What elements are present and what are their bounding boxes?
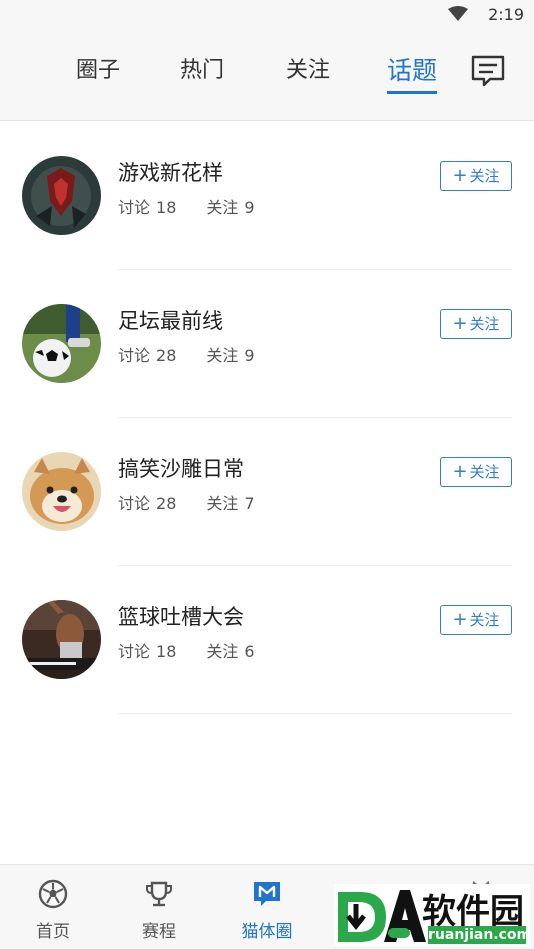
- tab-topics[interactable]: 话题: [387, 54, 438, 94]
- watermark-logo: 软件园 ruanjian.com: [334, 884, 532, 946]
- discuss-label: 讨论: [118, 198, 151, 217]
- follow-count: 6: [244, 642, 255, 661]
- follow-button[interactable]: + 关注: [440, 161, 512, 191]
- status-time: 2:19: [488, 5, 524, 24]
- follow-button-label: 关注: [469, 315, 500, 333]
- plus-icon: +: [452, 165, 468, 186]
- follow-count: 7: [244, 494, 255, 513]
- discuss-count: 28: [156, 346, 177, 365]
- message-icon[interactable]: [470, 54, 506, 88]
- follow-label: 关注: [206, 198, 239, 217]
- topic-name: 足坛最前线: [118, 309, 223, 333]
- follow-count: 9: [244, 346, 255, 365]
- discuss-label: 讨论: [118, 642, 151, 661]
- topic-avatar-game: [22, 156, 101, 235]
- topic-name: 搞笑沙雕日常: [118, 457, 244, 481]
- tab-label: 热门: [180, 58, 225, 83]
- topic-item[interactable]: 足坛最前线 讨论 28 关注 9 + 关注: [0, 270, 534, 418]
- follow-label: 关注: [206, 642, 239, 661]
- topic-stats: 讨论 28 关注 9: [118, 342, 261, 366]
- topic-stats: 讨论 28 关注 7: [118, 490, 261, 514]
- topic-avatar-football: [22, 304, 101, 383]
- tab-label: 圈子: [76, 58, 121, 83]
- nav-label: 首页: [36, 922, 70, 942]
- top-tab-bar: 圈子 热门 关注 话题: [0, 30, 534, 121]
- follow-button[interactable]: + 关注: [440, 605, 512, 635]
- discuss-label: 讨论: [118, 346, 151, 365]
- topic-avatar-shiba-dog: [22, 452, 101, 531]
- topic-stats: 讨论 18 关注 6: [118, 638, 261, 662]
- topic-item[interactable]: 游戏新花样 讨论 18 关注 9 + 关注: [0, 122, 534, 270]
- nav-cat-circle[interactable]: 猫体圈: [222, 865, 312, 949]
- soccer-ball-icon: [38, 879, 68, 909]
- follow-count: 9: [244, 198, 255, 217]
- plus-icon: +: [452, 313, 468, 334]
- divider: [118, 713, 512, 714]
- screen: 2:19 圈子 热门 关注 话题 游戏新花样 讨论 18 关注 9 + 关注 足…: [0, 0, 534, 949]
- m-chat-icon: [254, 882, 280, 906]
- discuss-count: 18: [156, 642, 177, 661]
- trophy-icon: [146, 881, 172, 907]
- tab-label: 话题: [387, 56, 438, 85]
- follow-label: 关注: [206, 494, 239, 513]
- topic-item[interactable]: 篮球吐槽大会 讨论 18 关注 6 + 关注: [0, 566, 534, 714]
- follow-button[interactable]: + 关注: [440, 457, 512, 487]
- nav-label: 赛程: [142, 922, 176, 942]
- follow-button-label: 关注: [469, 611, 500, 629]
- topic-stats: 讨论 18 关注 9: [118, 194, 261, 218]
- active-tab-indicator: [387, 91, 438, 94]
- tab-circle[interactable]: 圈子: [76, 54, 120, 94]
- watermark-url: ruanjian.com: [428, 926, 532, 944]
- follow-label: 关注: [206, 346, 239, 365]
- topic-name: 游戏新花样: [118, 161, 223, 185]
- discuss-count: 18: [156, 198, 177, 217]
- nav-label: 猫体圈: [241, 922, 293, 942]
- plus-icon: +: [452, 609, 468, 630]
- nav-schedule[interactable]: 赛程: [114, 865, 204, 949]
- tab-label: 关注: [286, 58, 331, 83]
- tab-following[interactable]: 关注: [286, 54, 330, 94]
- follow-button-label: 关注: [469, 463, 500, 481]
- topic-avatar-basketball: [22, 600, 101, 679]
- plus-icon: +: [452, 461, 468, 482]
- topic-item[interactable]: 搞笑沙雕日常 讨论 28 关注 7 + 关注: [0, 418, 534, 566]
- follow-button[interactable]: + 关注: [440, 309, 512, 339]
- status-bar: 2:19: [0, 0, 534, 30]
- wifi-icon: [448, 6, 468, 21]
- discuss-label: 讨论: [118, 494, 151, 513]
- tab-hot[interactable]: 热门: [180, 54, 224, 94]
- follow-button-label: 关注: [469, 167, 500, 185]
- topic-name: 篮球吐槽大会: [118, 605, 244, 629]
- discuss-count: 28: [156, 494, 177, 513]
- nav-home[interactable]: 首页: [8, 865, 98, 949]
